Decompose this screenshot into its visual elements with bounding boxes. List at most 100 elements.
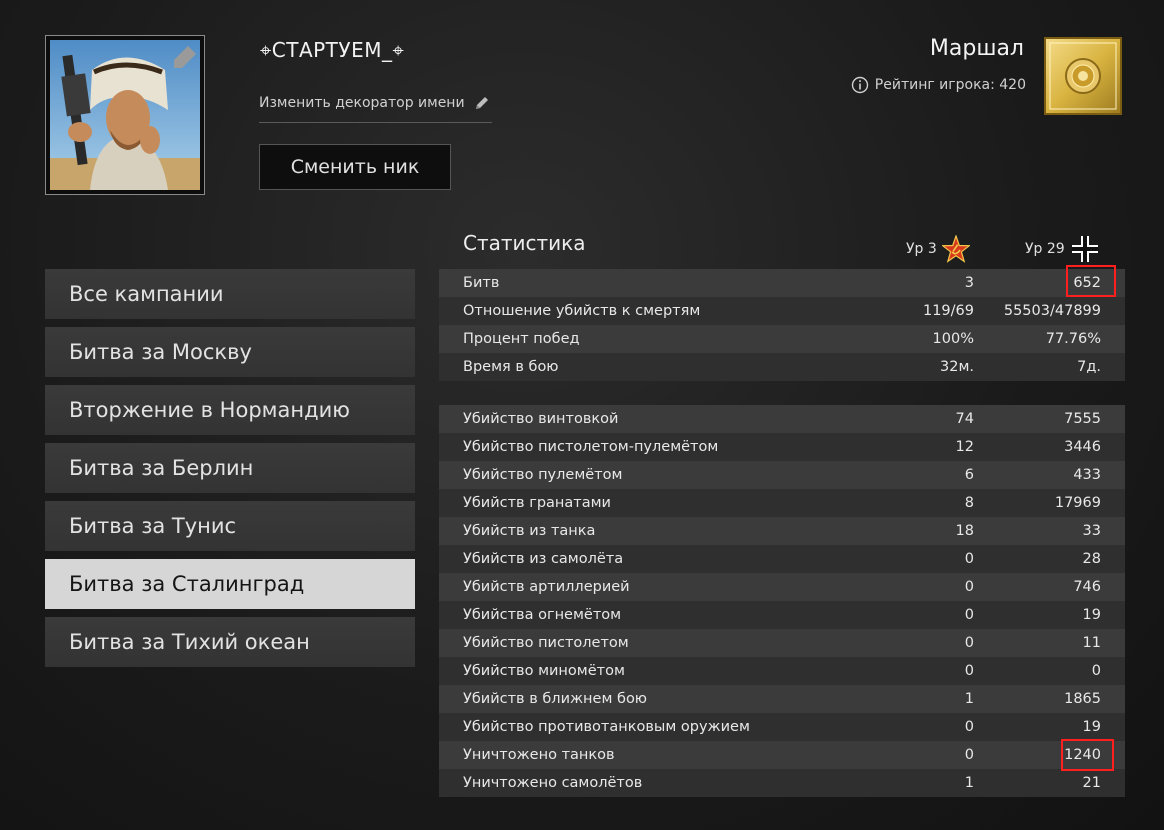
stat-value-ussr: 1 [964,691,974,707]
stat-label: Битв [463,275,500,291]
general-stats-table: Битв 3 652 Отношение убийств к смертям 119/6… [439,269,1125,381]
stat-label: Убийство пулемётом [463,467,623,483]
ussr-level: Ур 3 [906,235,970,263]
stat-value-germany: 7д. [1077,359,1101,375]
stat-value-germany: 28 [1082,551,1101,567]
stat-label: Убийств артиллерией [463,579,630,595]
stats-title: Статистика [463,231,586,255]
campaign-item[interactable]: Битва за Берлин [45,443,415,493]
campaign-item[interactable]: Битва за Сталинград [45,559,415,609]
kill-stats-table: Убийство винтовкой 74 7555 Убийство пистоле… [439,405,1125,797]
stat-row: Убийство пистолетом-пулемётом 12 3446 [439,433,1125,461]
name-decorator-button[interactable]: Изменить декоратор имени [259,92,492,123]
tanks-destroyed-highlight [1061,739,1114,771]
stat-value-ussr: 32м. [940,359,974,375]
campaign-item[interactable]: Битва за Тунис [45,501,415,551]
stat-label: Убийства огнемётом [463,607,622,623]
player-rating: Рейтинг игрока: 420 [851,76,1026,94]
stat-value-ussr: 8 [964,495,974,511]
stat-row: Убийств из самолёта 0 28 [439,545,1125,573]
stat-value-ussr: 0 [964,747,974,763]
stat-label: Время в бою [463,359,559,375]
campaign-item[interactable]: Вторжение в Нормандию [45,385,415,435]
marshal-rank-badge [1044,37,1122,115]
change-nick-button[interactable]: Сменить ник [259,144,451,190]
avatar[interactable] [45,35,205,195]
stat-label: Убийств гранатами [463,495,611,511]
stat-row: Процент побед 100% 77.76% [439,325,1125,353]
stat-value-ussr: 6 [964,467,974,483]
campaign-item[interactable]: Битва за Москву [45,327,415,377]
stat-row: Убийств артиллерией 0 746 [439,573,1125,601]
ussr-level-label: Ур 3 [906,241,937,257]
stat-value-germany: 7555 [1064,411,1101,427]
stat-row: Уничтожено танков 0 1240 [439,741,1125,769]
stat-value-ussr: 0 [964,663,974,679]
stat-row: Отношение убийств к смертям 119/69 55503/4… [439,297,1125,325]
stat-value-ussr: 3 [964,275,974,291]
stat-row: Убийств в ближнем бою 1 1865 [439,685,1125,713]
stat-value-ussr: 119/69 [922,303,974,319]
stat-value-germany: 21 [1082,775,1101,791]
stat-row: Убийство миномётом 0 0 [439,657,1125,685]
stat-label: Убийств из танка [463,523,596,539]
stat-value-ussr: 0 [964,607,974,623]
stat-value-ussr: 74 [955,411,974,427]
stat-label: Убийство противотанковым оружием [463,719,750,735]
stat-value-ussr: 0 [964,719,974,735]
info-icon[interactable] [851,76,869,94]
pencil-icon [476,97,488,109]
stat-row: Убийство пистолетом 0 11 [439,629,1125,657]
stat-value-germany: 19 [1082,719,1101,735]
stat-value-germany: 746 [1073,579,1101,595]
stat-value-germany: 77.76% [1045,331,1101,347]
stat-label: Процент побед [463,331,580,347]
player-nickname: ⌖СТАРТУЕМ_⌖ [260,38,405,62]
stat-value-ussr: 0 [964,579,974,595]
balkenkreuz-icon [1071,236,1098,262]
stat-value-ussr: 12 [955,439,974,455]
name-decorator-label: Изменить декоратор имени [259,95,465,111]
stat-row: Убийства огнемётом 0 19 [439,601,1125,629]
germany-level-label: Ур 29 [1025,241,1065,257]
stat-row: Убийство противотанковым оружием 0 19 [439,713,1125,741]
stat-value-germany: 3446 [1064,439,1101,455]
stat-value-germany: 11 [1082,635,1101,651]
stat-row: Время в бою 32м. 7д. [439,353,1125,381]
stat-value-germany: 433 [1073,467,1101,483]
stat-label: Отношение убийств к смертям [463,303,701,319]
stat-value-germany: 55503/47899 [1003,303,1101,319]
stat-value-germany: 33 [1082,523,1101,539]
soldier-portrait-avatar [50,40,200,190]
stat-row: Битв 3 652 [439,269,1125,297]
hammer-sickle-star-icon [941,235,970,263]
stat-label: Уничтожено танков [463,747,615,763]
stat-row: Убийств гранатами 8 17969 [439,489,1125,517]
stat-label: Убийств в ближнем бою [463,691,648,707]
stat-row: Уничтожено самолётов 1 21 [439,769,1125,797]
campaign-item[interactable]: Все кампании [45,269,415,319]
stat-label: Убийств из самолёта [463,551,624,567]
stat-row: Убийство винтовкой 74 7555 [439,405,1125,433]
stat-label: Убийство пистолетом [463,635,629,651]
stat-row: Убийств из танка 18 33 [439,517,1125,545]
stat-label: Убийство пистолетом-пулемётом [463,439,719,455]
stat-value-ussr: 0 [964,551,974,567]
germany-level: Ур 29 [1025,235,1099,263]
battles-value-highlight [1066,265,1116,297]
stat-label: Убийство винтовкой [463,411,619,427]
stat-value-germany: 0 [1091,663,1101,679]
stat-value-germany: 17969 [1054,495,1101,511]
rating-label: Рейтинг игрока: 420 [874,77,1026,93]
stat-row: Убийство пулемётом 6 433 [439,461,1125,489]
rank-name: Маршал [929,36,1024,61]
stat-label: Убийство миномётом [463,663,625,679]
stat-value-ussr: 100% [932,331,974,347]
stat-value-germany: 19 [1082,607,1101,623]
stat-value-germany: 1865 [1064,691,1101,707]
stat-value-ussr: 18 [955,523,974,539]
stat-value-ussr: 0 [964,635,974,651]
stat-label: Уничтожено самолётов [463,775,643,791]
stat-value-ussr: 1 [964,775,974,791]
campaign-item[interactable]: Битва за Тихий океан [45,617,415,667]
